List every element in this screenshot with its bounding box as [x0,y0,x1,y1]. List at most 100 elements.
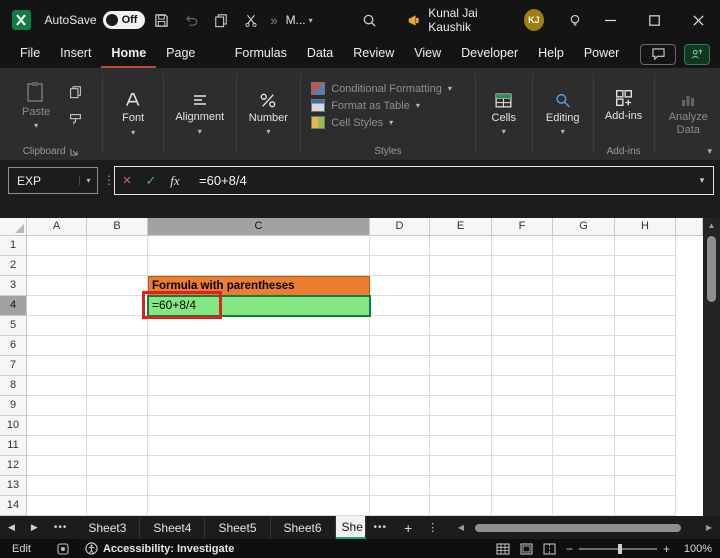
cell-B5[interactable] [87,316,148,336]
cell-G4[interactable] [553,296,615,316]
lightbulb-icon[interactable] [562,6,588,34]
cell-H1[interactable] [615,236,676,256]
column-header-g[interactable]: G [553,218,615,236]
cell-E13[interactable] [430,476,492,496]
column-header-e[interactable]: E [430,218,492,236]
styles-item-format-as-table[interactable]: Format as Table ▾ [311,99,465,112]
autosave-toggle[interactable]: Off [102,11,145,29]
zoom-in-icon[interactable]: + [663,542,670,556]
cells-button[interactable]: Cells ▾ [483,68,525,160]
copy-icon[interactable] [208,6,234,34]
cell-F12[interactable] [492,456,553,476]
cell-C2[interactable] [148,256,370,276]
tab-formulas[interactable]: Formulas [225,40,297,68]
cell-D10[interactable] [370,416,430,436]
cell-A4[interactable] [27,296,87,316]
cell-A6[interactable] [27,336,87,356]
enter-icon[interactable]: ✓ [139,167,163,194]
sheet-more-right-icon[interactable]: ••• [366,522,396,533]
cell-H4[interactable] [615,296,676,316]
undo-icon[interactable] [179,6,205,34]
cell-H2[interactable] [615,256,676,276]
cell-E2[interactable] [430,256,492,276]
row-header-2[interactable]: 2 [0,256,27,276]
horizontal-scroll-track[interactable] [468,523,702,532]
account-area[interactable]: Kunal Jai Kaushik KJ [407,6,545,34]
column-header-d[interactable]: D [370,218,430,236]
cell-F3[interactable] [492,276,553,296]
row-header-12[interactable]: 12 [0,456,27,476]
cell-B4[interactable] [87,296,148,316]
cell-H13[interactable] [615,476,676,496]
comments-button[interactable] [640,43,676,65]
cell-G13[interactable] [553,476,615,496]
cell-B9[interactable] [87,396,148,416]
row-header-11[interactable]: 11 [0,436,27,456]
cell-D5[interactable] [370,316,430,336]
cell-G2[interactable] [553,256,615,276]
tab-page-layout[interactable]: Page Layout [156,40,225,86]
share-button[interactable] [684,43,710,65]
cell-E6[interactable] [430,336,492,356]
cell-B8[interactable] [87,376,148,396]
cell-F11[interactable] [492,436,553,456]
cell-E12[interactable] [430,456,492,476]
cell-G7[interactable] [553,356,615,376]
row-header-1[interactable]: 1 [0,236,27,256]
avatar[interactable]: KJ [523,9,545,31]
cell-G14[interactable] [553,496,615,516]
cell-A14[interactable] [27,496,87,516]
cell-D13[interactable] [370,476,430,496]
maximize-button[interactable] [632,0,676,40]
name-box[interactable]: EXP ▾ [8,167,98,194]
cell-B11[interactable] [87,436,148,456]
select-all-corner[interactable] [0,218,27,236]
cell-A11[interactable] [27,436,87,456]
cell-C12[interactable] [148,456,370,476]
scroll-left-icon[interactable]: ◀ [454,523,468,532]
cell-F5[interactable] [492,316,553,336]
cell-G5[interactable] [553,316,615,336]
cell-A12[interactable] [27,456,87,476]
vertical-scroll-thumb[interactable] [707,236,716,302]
font-button[interactable]: Font ▾ [113,68,153,160]
zoom-out-icon[interactable]: − [566,542,573,556]
sheet-options-icon[interactable]: ⋮ [421,521,444,534]
cell-E9[interactable] [430,396,492,416]
format-painter-icon[interactable] [63,110,87,130]
cell-G12[interactable] [553,456,615,476]
cell-D2[interactable] [370,256,430,276]
sheet-tab-sheet3[interactable]: Sheet3 [75,516,141,539]
cell-D1[interactable] [370,236,430,256]
cell-H7[interactable] [615,356,676,376]
cell-E14[interactable] [430,496,492,516]
horizontal-scrollbar[interactable]: ◀ ▶ [454,520,716,535]
cell-H14[interactable] [615,496,676,516]
minimize-button[interactable] [588,0,632,40]
zoom-slider[interactable] [578,543,657,554]
cell-H3[interactable] [615,276,676,296]
cell-A7[interactable] [27,356,87,376]
cell-D14[interactable] [370,496,430,516]
cell-E5[interactable] [430,316,492,336]
cell-H11[interactable] [615,436,676,456]
cell-E11[interactable] [430,436,492,456]
cell-E4[interactable] [430,296,492,316]
cell-C6[interactable] [148,336,370,356]
column-header-f[interactable]: F [492,218,553,236]
tab-data[interactable]: Data [297,40,343,68]
sheet-more-icon[interactable]: ••• [46,522,76,533]
tab-review[interactable]: Review [343,40,404,68]
cell-G6[interactable] [553,336,615,356]
cell-F4[interactable] [492,296,553,316]
cell-G10[interactable] [553,416,615,436]
copy-small-icon[interactable] [63,82,87,102]
styles-item-conditional-formatting[interactable]: Conditional Formatting ▾ [311,82,465,95]
insert-function-icon[interactable]: fx [163,167,187,194]
page-layout-view-icon[interactable] [520,543,533,555]
tab-insert[interactable]: Insert [50,40,101,68]
cell-C13[interactable] [148,476,370,496]
cell-C5[interactable] [148,316,370,336]
cell-G1[interactable] [553,236,615,256]
cell-F1[interactable] [492,236,553,256]
